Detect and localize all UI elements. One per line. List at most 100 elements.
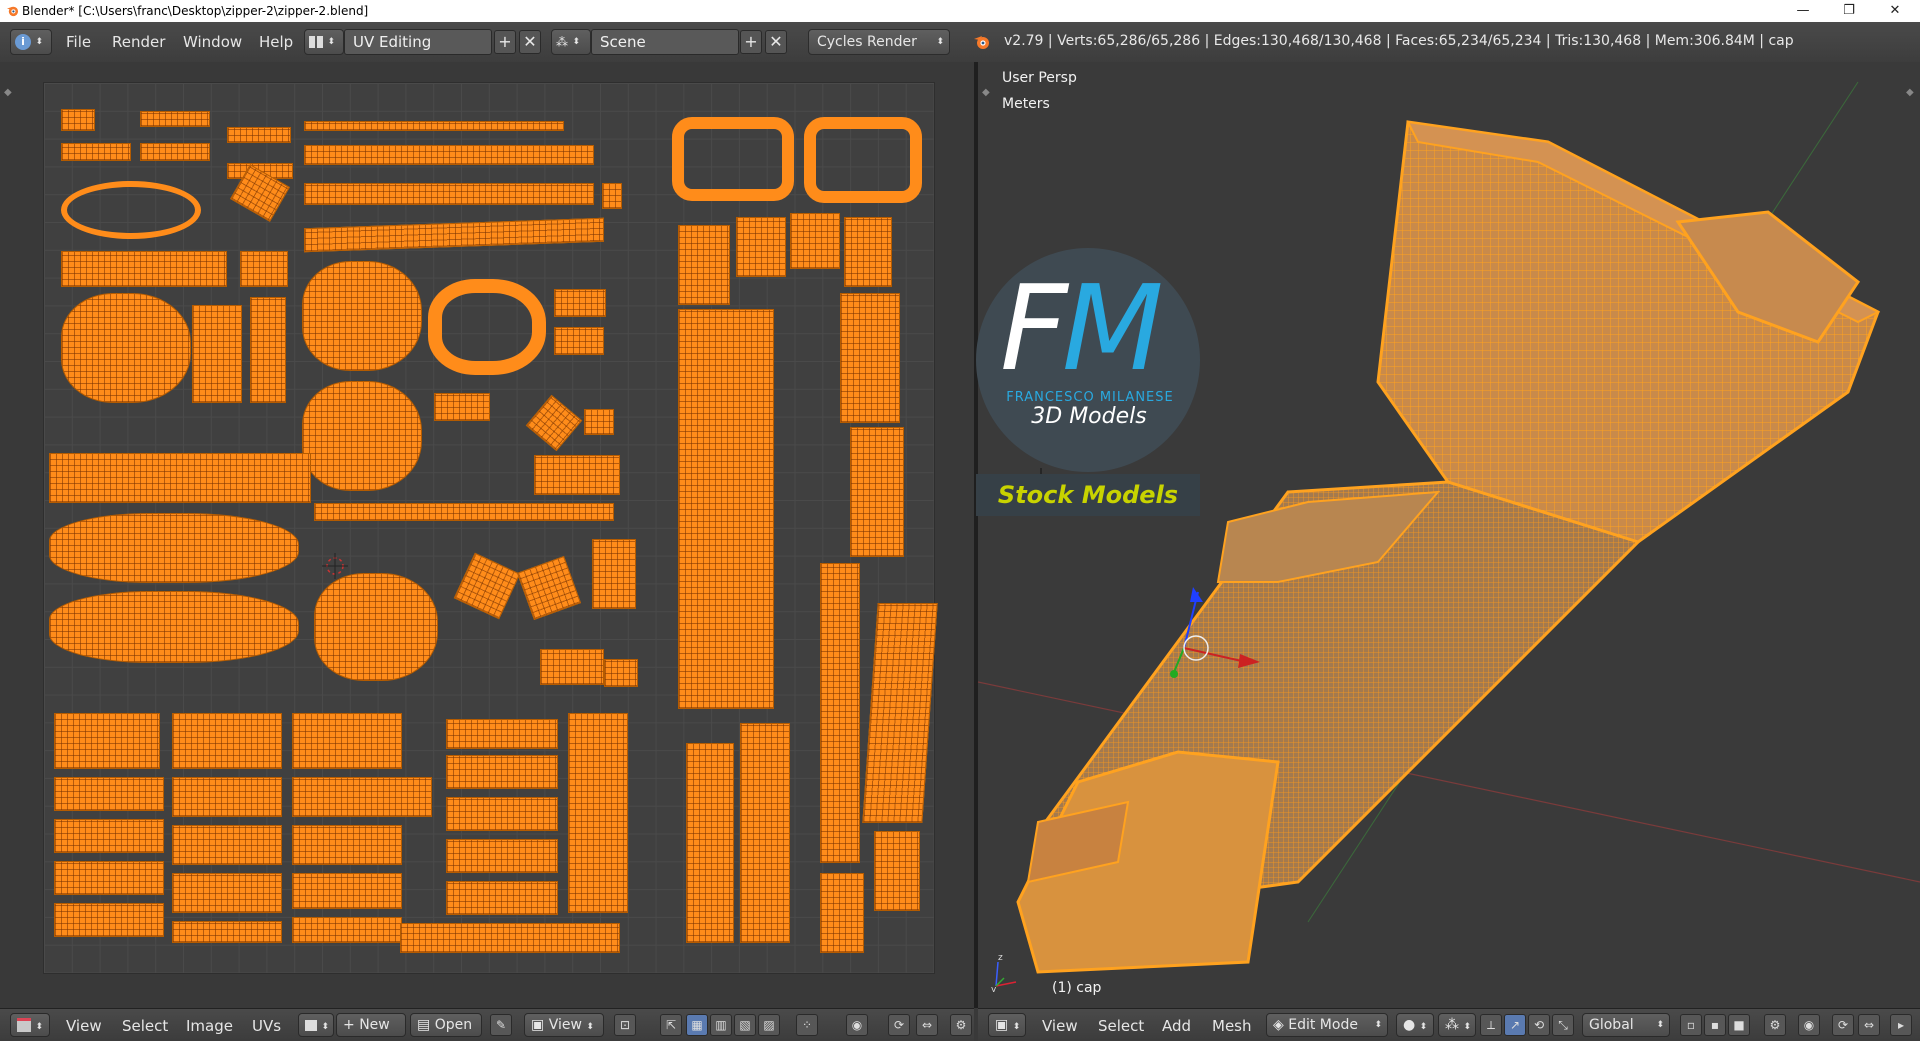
render-engine-dropdown[interactable]: Cycles Render ⬍ [808,29,950,55]
close-window-button[interactable]: ✕ [1872,0,1918,22]
watermark-logo: FM [1000,268,1164,388]
overflow-menu-icon[interactable]: ▸ [1890,1014,1912,1036]
snap-icon[interactable]: ⟳ [888,1014,910,1036]
uv-island [292,777,432,817]
uv-island [292,713,402,769]
uv-island [172,825,282,865]
open-image-button[interactable]: ▤ Open [410,1013,482,1037]
uv-island [874,831,920,911]
manipulator-toggle-icon[interactable]: ⟂ [1480,1014,1502,1036]
axis-orientation-icon: z y [991,953,1017,992]
proportional-edit-icon[interactable]: ◉ [1798,1014,1820,1036]
vp-menu-add[interactable]: Add [1162,1017,1191,1035]
rotate-manipulator-icon[interactable]: ⟲ [1528,1014,1550,1036]
mesh-model[interactable] [978,62,1920,1008]
2d-cursor-icon[interactable] [322,553,348,579]
snap-icon[interactable]: ⟳ [1832,1014,1854,1036]
uv-island [554,327,604,355]
uv-image-editor[interactable]: ◆ [0,62,974,1008]
maximize-button[interactable]: ❐ [1826,0,1872,22]
layout-browse-button[interactable]: ⬍ [304,29,344,55]
scale-manipulator-icon[interactable]: ⤡ [1552,1014,1574,1036]
minimize-button[interactable]: — [1780,0,1826,22]
snap-target-icon[interactable]: ⇔ [916,1014,938,1036]
uv-island [250,297,286,403]
transform-orientation-dropdown[interactable]: Global ⬍ [1582,1013,1670,1037]
3d-viewport[interactable]: ◆ ◆ User Persp Meters z y (1) cap [978,62,1920,1008]
interaction-mode-label: Edit Mode [1288,1017,1358,1033]
uv-menu-view[interactable]: View [66,1017,102,1035]
sphere-icon: ● [1403,1017,1416,1033]
uv-island [172,713,282,769]
uv-island [516,555,582,621]
menu-render[interactable]: Render [112,33,165,51]
delete-layout-button[interactable]: ✕ [519,30,541,54]
snap-target-icon[interactable]: ⇔ [1858,1014,1880,1036]
proportional-edit-icon[interactable]: ◉ [846,1014,868,1036]
uv-editor-type-selector[interactable]: ⬍ [10,1013,50,1037]
updown-arrows-icon: ⬍ [1012,1022,1021,1032]
view-mode-label: View [548,1017,582,1033]
menu-window[interactable]: Window [183,33,242,51]
pin-icon[interactable]: ✎ [490,1014,512,1036]
sync-selection-icon[interactable]: ⇱ [660,1014,682,1036]
vertex-select-mode-icon[interactable]: ▫ [1680,1014,1702,1036]
scene-name-field[interactable]: Scene [591,29,739,55]
limit-selection-icon[interactable]: ⚙ [1764,1014,1786,1036]
uv-island [304,121,564,131]
vertex-select-icon[interactable]: ▦ [686,1014,708,1036]
sticky-selection-icon[interactable]: ⁘ [796,1014,818,1036]
uv-island [49,513,299,583]
uv-island [54,903,164,937]
cube-icon: ▣ [995,1017,1009,1033]
updown-arrows-icon: ⬍ [35,37,43,47]
menu-help[interactable]: Help [259,33,293,51]
uv-island [592,539,636,609]
menu-file[interactable]: File [66,33,91,51]
face-select-icon[interactable]: ▧ [734,1014,756,1036]
uv-island [172,777,282,817]
layout-name-field[interactable]: UV Editing [344,29,492,55]
uv-island [428,279,546,375]
uv-island [568,713,628,913]
interaction-mode-dropdown[interactable]: ◈ Edit Mode ⬍ [1266,1013,1388,1037]
face-select-mode-icon[interactable]: ■ [1728,1014,1750,1036]
uv-island [678,225,730,305]
watermark-tagline: 3D Models [1031,404,1147,429]
svg-text:y: y [991,985,997,992]
uv-island [61,181,201,239]
vp-menu-view[interactable]: View [1042,1017,1078,1035]
image-icon [305,1019,317,1031]
viewport-editor-type-selector[interactable]: ▣ ⬍ [988,1013,1026,1037]
add-layout-button[interactable]: + [494,30,516,54]
translate-manipulator-icon[interactable]: ↗ [1504,1014,1526,1036]
editor-type-selector[interactable]: i ⬍ [10,29,52,55]
uv-canvas[interactable] [43,82,938,974]
uv-island [192,305,242,403]
uv-menu-uvs[interactable]: UVs [252,1017,281,1035]
vp-menu-mesh[interactable]: Mesh [1212,1017,1252,1035]
edge-select-icon[interactable]: ▥ [710,1014,732,1036]
transform-orientation-label: Global [1589,1017,1634,1033]
uv-island [54,713,160,769]
uv-menu-select[interactable]: Select [122,1017,168,1035]
uv-menu-image[interactable]: Image [186,1017,233,1035]
uv-island [446,719,558,749]
view-mode-dropdown[interactable]: ▣ View ⬍ [524,1013,604,1037]
uv-island [844,217,892,287]
island-select-icon[interactable]: ▨ [758,1014,780,1036]
delete-scene-button[interactable]: ✕ [765,30,787,54]
image-browse-button[interactable]: ⬍ [298,1013,334,1037]
edge-select-mode-icon[interactable]: ▪ [1704,1014,1726,1036]
uv-island [540,649,604,685]
new-image-button[interactable]: + New [336,1013,406,1037]
pivot-point-dropdown[interactable]: ⁂ ⬍ [1438,1013,1476,1037]
scene-browse-button[interactable]: ⁂ ⬍ [551,29,591,55]
add-scene-button[interactable]: + [740,30,762,54]
area-split-handle-icon[interactable]: ◆ [4,88,14,98]
pivot-icon[interactable]: ⊡ [614,1014,636,1036]
settings-icon[interactable]: ⚙ [950,1014,972,1036]
vp-menu-select[interactable]: Select [1098,1017,1144,1035]
viewport-shading-dropdown[interactable]: ● ⬍ [1396,1013,1434,1037]
info-header: i ⬍ File Render Window Help ⬍ UV Editing… [0,22,1920,63]
